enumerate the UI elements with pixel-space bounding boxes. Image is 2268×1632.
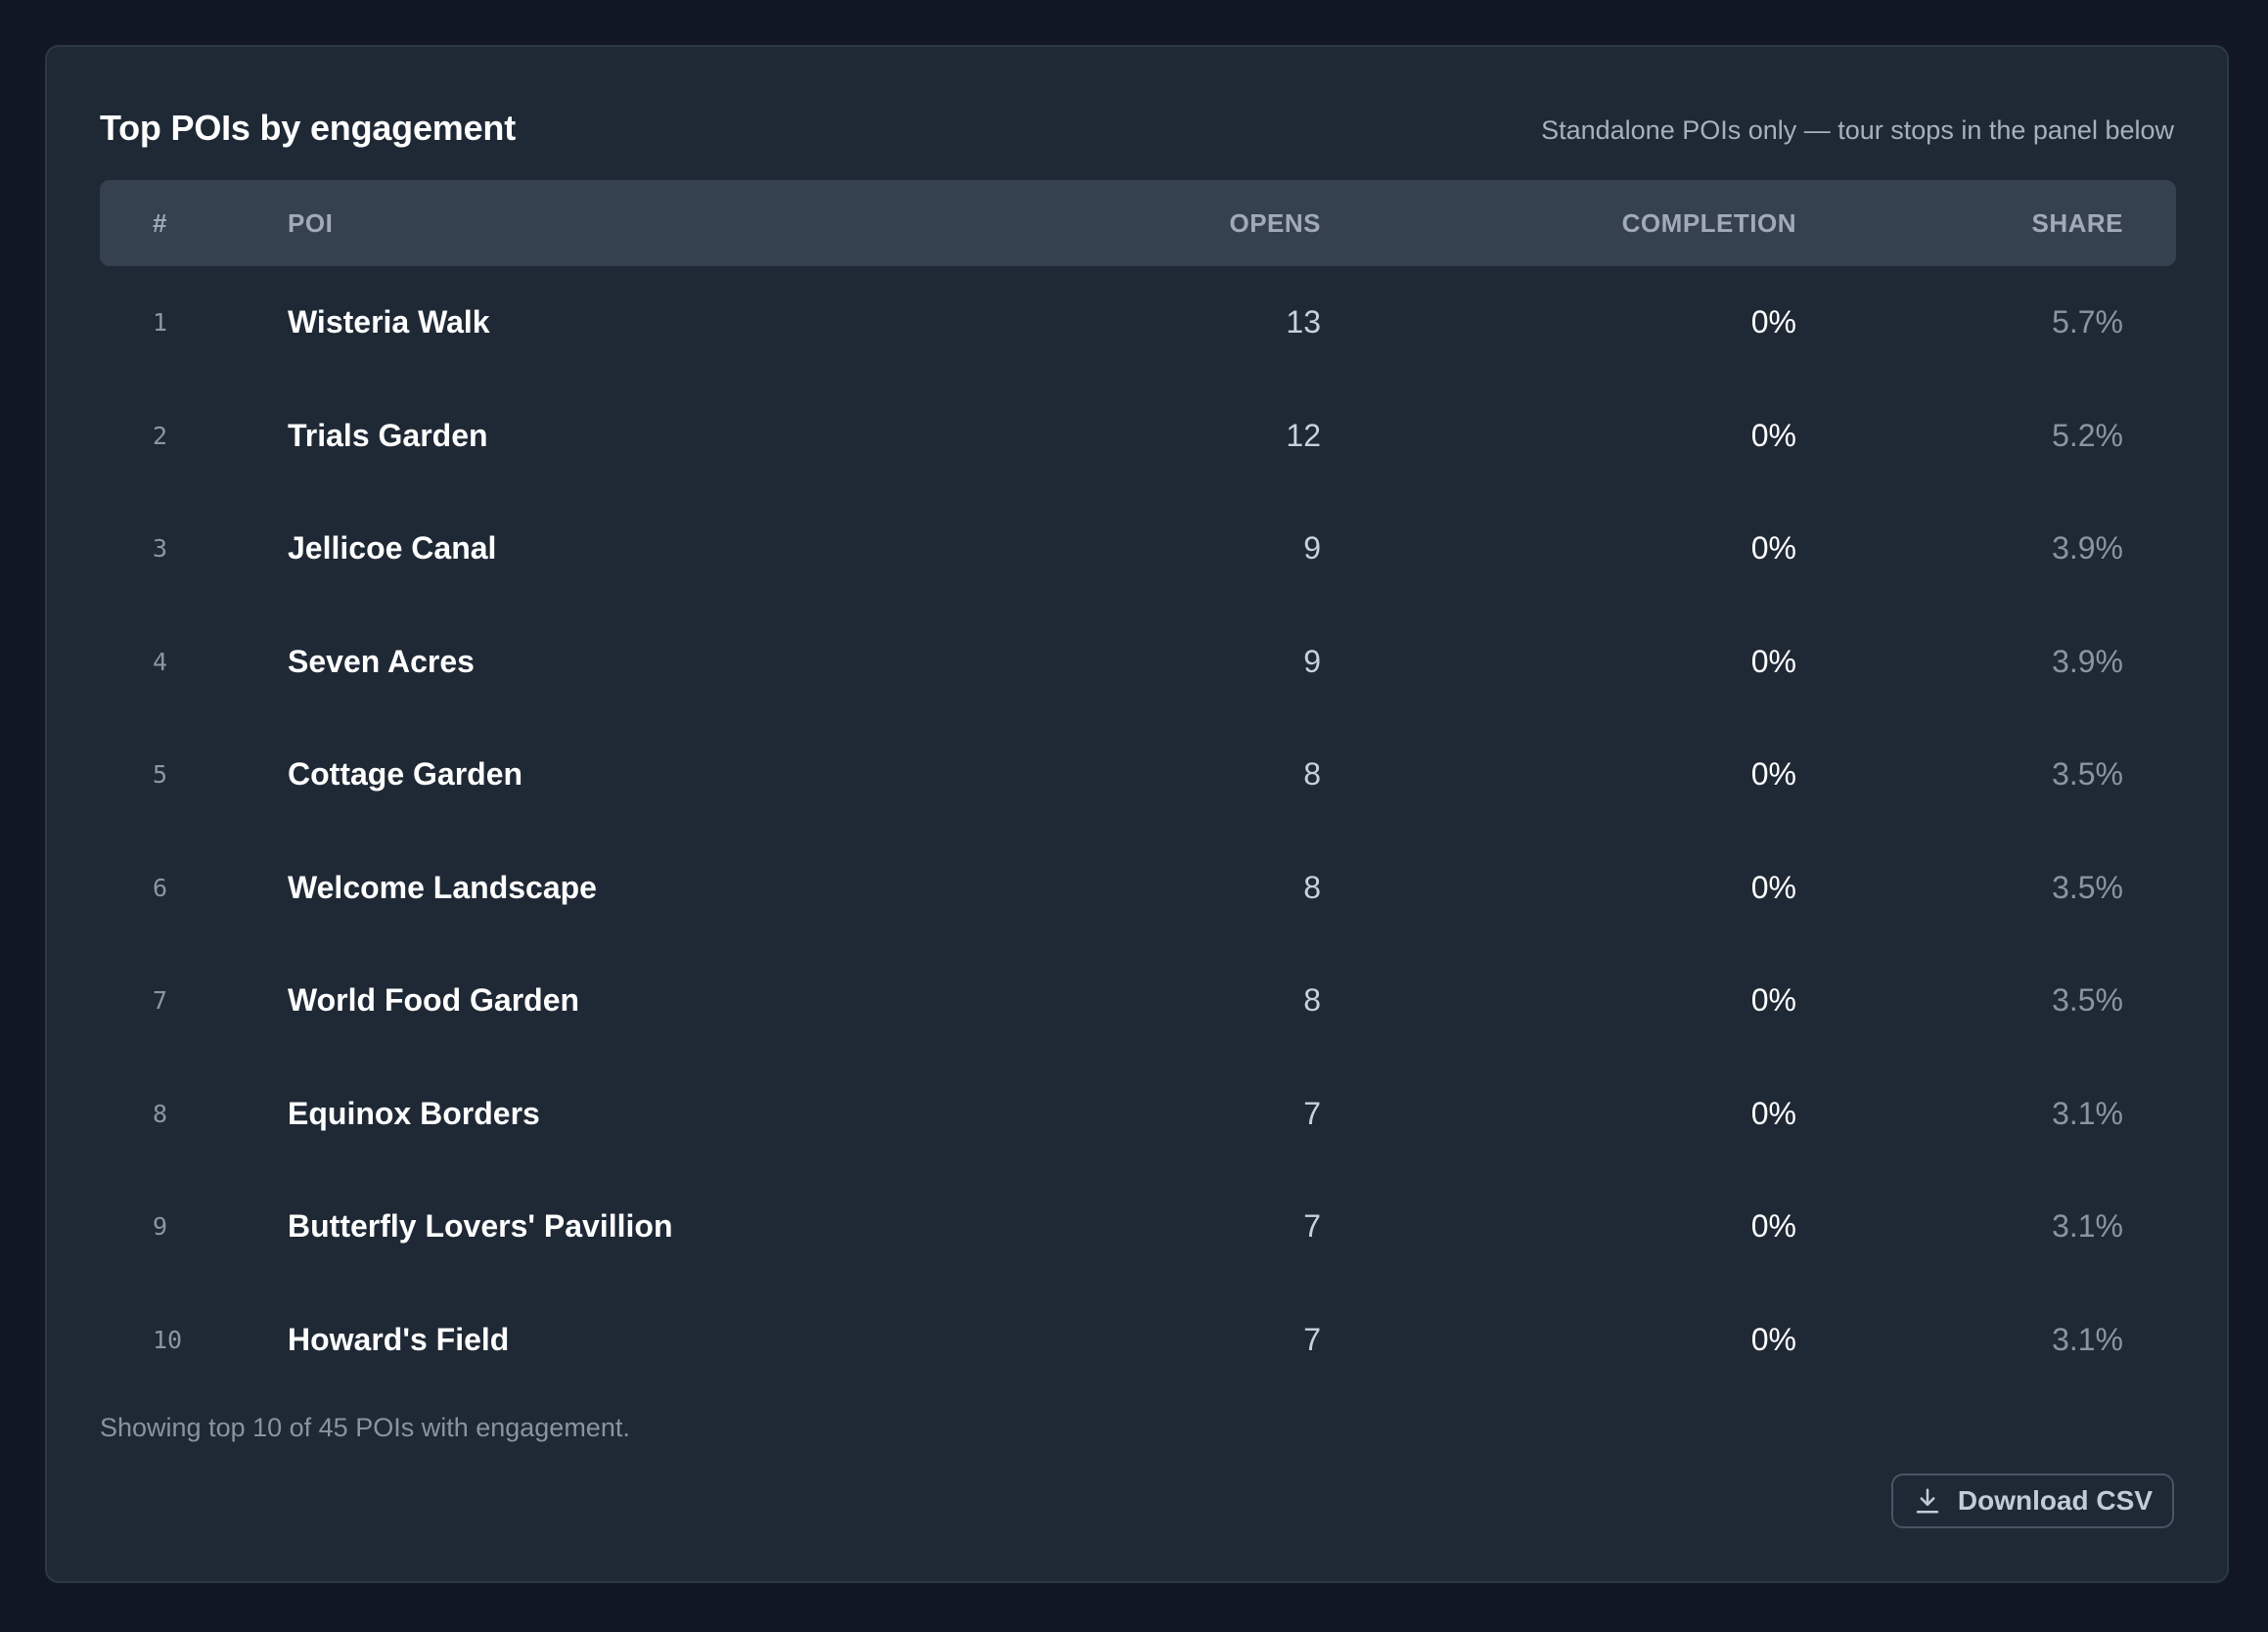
poi-name-cell: World Food Garden [288, 982, 580, 1018]
share-cell: 3.9% [2052, 643, 2123, 679]
panel-subtitle: Standalone POIs only — tour stops in the… [1541, 115, 2174, 145]
panel-title: Top POIs by engagement [100, 108, 516, 148]
completion-cell: 0% [1750, 417, 1796, 453]
share-cell: 3.9% [2052, 530, 2123, 566]
table-row: 2 Trials Garden 12 0% 5.2% [100, 380, 2176, 493]
results-summary-note: Showing top 10 of 45 POIs with engagemen… [100, 1413, 630, 1442]
opens-cell: 8 [1303, 756, 1321, 792]
rank-cell: 1 [153, 308, 168, 337]
table-row: 9 Butterfly Lovers' Pavillion 7 0% 3.1% [100, 1170, 2176, 1284]
table-header-row: # POI OPENS COMPLETION SHARE [100, 180, 2176, 266]
rank-cell: 3 [153, 534, 168, 563]
rank-cell: 5 [153, 760, 168, 789]
share-cell: 3.5% [2052, 756, 2123, 792]
poi-name-cell: Howard's Field [288, 1321, 510, 1357]
opens-cell: 13 [1286, 304, 1321, 340]
completion-cell: 0% [1750, 1321, 1796, 1357]
rank-cell: 2 [153, 421, 168, 450]
share-cell: 3.5% [2052, 869, 2123, 905]
poi-name-cell: Seven Acres [288, 643, 475, 679]
rank-cell: 7 [153, 986, 168, 1015]
opens-cell: 12 [1286, 417, 1321, 453]
opens-cell: 9 [1303, 530, 1321, 566]
table-row: 1 Wisteria Walk 13 0% 5.7% [100, 266, 2176, 380]
share-cell: 3.1% [2052, 1321, 2123, 1357]
opens-cell: 8 [1303, 869, 1321, 905]
column-header-poi: POI [288, 208, 334, 238]
completion-cell: 0% [1750, 304, 1796, 340]
column-header-completion: COMPLETION [1621, 208, 1796, 238]
share-cell: 3.1% [2052, 1208, 2123, 1244]
completion-cell: 0% [1750, 530, 1796, 566]
column-header-rank: # [153, 208, 167, 238]
share-cell: 3.1% [2052, 1095, 2123, 1131]
table-body: 1 Wisteria Walk 13 0% 5.7% 2 Trials Gard… [100, 266, 2176, 1396]
poi-name-cell: Butterfly Lovers' Pavillion [288, 1208, 673, 1244]
poi-name-cell: Cottage Garden [288, 756, 523, 792]
table-row: 10 Howard's Field 7 0% 3.1% [100, 1284, 2176, 1397]
opens-cell: 7 [1303, 1095, 1321, 1131]
opens-cell: 8 [1303, 982, 1321, 1018]
top-pois-panel: Top POIs by engagement Standalone POIs o… [45, 45, 2229, 1583]
table-row: 3 Jellicoe Canal 9 0% 3.9% [100, 492, 2176, 606]
download-icon [1916, 1488, 1939, 1514]
opens-cell: 9 [1303, 643, 1321, 679]
share-cell: 5.7% [2052, 304, 2123, 340]
download-csv-button[interactable]: Download CSV [1890, 1473, 2174, 1528]
poi-name-cell: Jellicoe Canal [288, 530, 497, 566]
column-header-opens: OPENS [1229, 208, 1321, 238]
poi-name-cell: Welcome Landscape [288, 869, 597, 905]
column-header-share: SHARE [2031, 208, 2123, 238]
completion-cell: 0% [1750, 1095, 1796, 1131]
completion-cell: 0% [1750, 1208, 1796, 1244]
table-row: 6 Welcome Landscape 8 0% 3.5% [100, 832, 2176, 945]
rank-cell: 9 [153, 1212, 168, 1241]
share-cell: 3.5% [2052, 982, 2123, 1018]
table-row: 7 World Food Garden 8 0% 3.5% [100, 944, 2176, 1058]
rank-cell: 6 [153, 873, 168, 902]
completion-cell: 0% [1750, 756, 1796, 792]
completion-cell: 0% [1750, 982, 1796, 1018]
rank-cell: 4 [153, 647, 168, 676]
poi-name-cell: Wisteria Walk [288, 304, 490, 340]
download-csv-label: Download CSV [1957, 1485, 2153, 1516]
share-cell: 5.2% [2052, 417, 2123, 453]
table-row: 4 Seven Acres 9 0% 3.9% [100, 606, 2176, 719]
completion-cell: 0% [1750, 643, 1796, 679]
rank-cell: 10 [153, 1325, 183, 1354]
table-row: 5 Cottage Garden 8 0% 3.5% [100, 718, 2176, 832]
table-row: 8 Equinox Borders 7 0% 3.1% [100, 1058, 2176, 1171]
opens-cell: 7 [1303, 1208, 1321, 1244]
poi-name-cell: Equinox Borders [288, 1095, 540, 1131]
opens-cell: 7 [1303, 1321, 1321, 1357]
completion-cell: 0% [1750, 869, 1796, 905]
poi-name-cell: Trials Garden [288, 417, 488, 453]
rank-cell: 8 [153, 1099, 168, 1128]
